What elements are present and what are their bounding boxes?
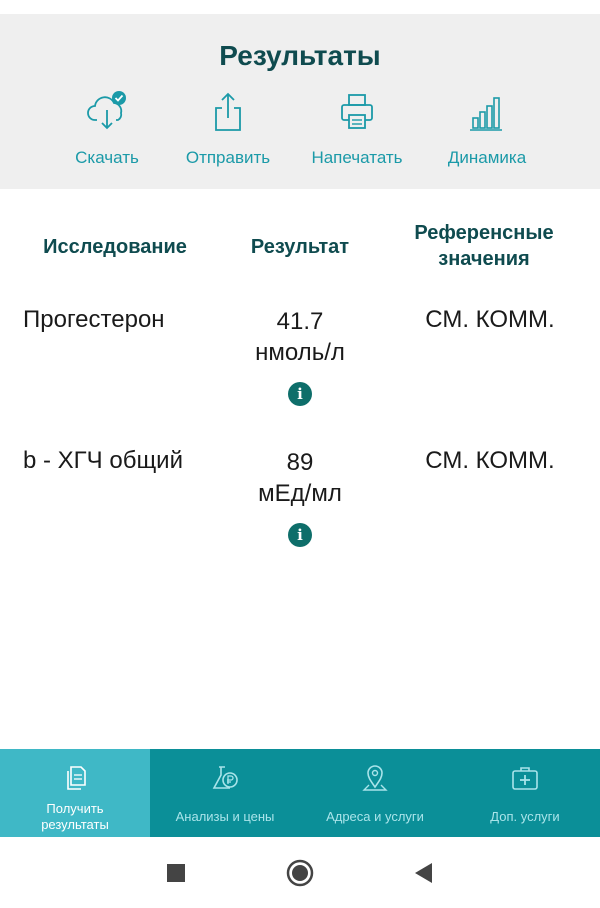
- result-value: 89 мЕд/мл: [222, 447, 378, 509]
- reference-value: СМ. КОММ.: [425, 447, 555, 474]
- results-header: Результаты Скачать Отправить Напечатать: [0, 14, 600, 189]
- download-button[interactable]: Скачать: [42, 90, 172, 180]
- print-button[interactable]: Напечатать: [292, 90, 422, 180]
- dynamics-button[interactable]: Динамика: [422, 90, 552, 180]
- cloud-download-icon: [87, 91, 126, 130]
- bar-chart-icon: [470, 97, 502, 131]
- system-navigation-bar: [0, 837, 600, 908]
- reference-value: СМ. КОММ.: [425, 306, 555, 333]
- nav-item-label: Адреса и услуги: [326, 809, 424, 824]
- nav-item-label: Анализы и цены: [175, 809, 275, 824]
- bottom-navigation: Получить результаты Анализы и цены Адрес…: [0, 749, 600, 837]
- nav-item-extra-services[interactable]: Доп. услуги: [450, 749, 600, 837]
- nav-item-label: Получить результаты: [6, 801, 144, 833]
- medical-kit-icon: [512, 767, 538, 790]
- study-name: b - ХГЧ общий: [23, 447, 183, 474]
- map-pin-icon: [362, 765, 388, 791]
- column-header-study: Исследование: [43, 236, 187, 258]
- study-name: Прогестерон: [23, 306, 165, 333]
- recent-apps-icon[interactable]: [162, 859, 190, 887]
- info-icon[interactable]: i: [288, 523, 312, 547]
- table-row: Прогестерон 41.7 нмоль/л СМ. КОММ. i: [0, 306, 600, 436]
- column-header-reference: Референсные значения: [392, 220, 576, 272]
- column-header-reference-line2: значения: [438, 248, 530, 270]
- document-copy-icon: [67, 766, 86, 790]
- result-number: 89: [286, 449, 314, 476]
- flask-ruble-icon: [212, 766, 238, 789]
- nav-item-analyses-prices[interactable]: Анализы и цены: [150, 749, 300, 837]
- table-row: b - ХГЧ общий 89 мЕд/мл СМ. КОММ. i: [0, 447, 600, 577]
- nav-item-label: Доп. услуги: [490, 809, 560, 824]
- result-number: 41.7: [276, 308, 324, 335]
- result-unit: нмоль/л: [255, 339, 345, 366]
- send-label: Отправить: [185, 148, 271, 167]
- nav-item-get-results[interactable]: Получить результаты: [0, 749, 150, 837]
- column-header-reference-line1: Референсные: [414, 222, 554, 244]
- print-label: Напечатать: [311, 148, 403, 167]
- share-icon: [215, 92, 241, 131]
- nav-item-addresses-services[interactable]: Адреса и услуги: [300, 749, 450, 837]
- send-button[interactable]: Отправить: [163, 90, 293, 180]
- nav-item-label-line2: результаты: [41, 817, 109, 832]
- download-label: Скачать: [75, 148, 139, 167]
- dynamics-label: Динамика: [447, 148, 527, 167]
- home-icon[interactable]: [286, 859, 314, 887]
- page-title: Результаты: [219, 40, 381, 71]
- status-bar-strip: [0, 0, 600, 14]
- result-value: 41.7 нмоль/л: [222, 306, 378, 368]
- column-header-result: Результат: [250, 236, 350, 258]
- printer-icon: [341, 94, 373, 129]
- info-icon[interactable]: i: [288, 382, 312, 406]
- nav-item-label-line1: Получить: [46, 801, 104, 816]
- result-unit: мЕд/мл: [258, 480, 342, 507]
- back-icon[interactable]: [410, 859, 438, 887]
